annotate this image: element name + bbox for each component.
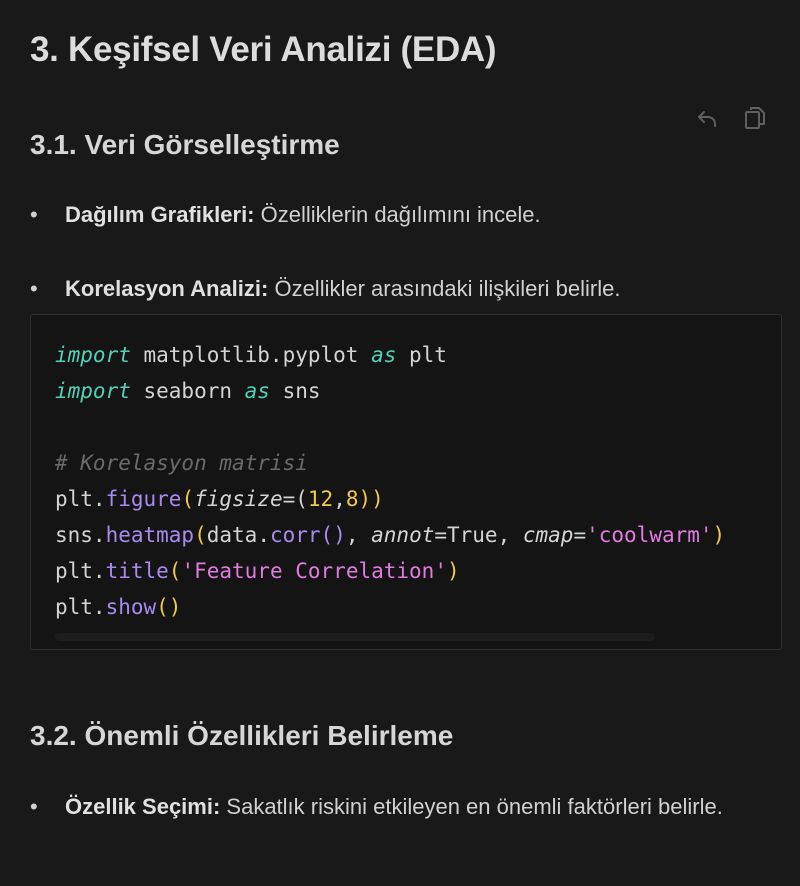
code-token: )) bbox=[358, 487, 384, 511]
code-token: title bbox=[105, 559, 169, 583]
code-token: as bbox=[371, 343, 397, 367]
code-line: plt.title('Feature Correlation') bbox=[55, 553, 757, 589]
code-line: # Korelasyon matrisi bbox=[55, 445, 757, 481]
list-item: • Özellik Seçimi: Sakatlık riskini etkile… bbox=[30, 788, 730, 826]
code-token: =( bbox=[282, 487, 308, 511]
list-item-label: Özellik Seçimi: bbox=[65, 794, 221, 819]
code-token: annot bbox=[371, 523, 435, 547]
code-token: data. bbox=[206, 523, 270, 547]
code-token: show bbox=[105, 595, 157, 619]
code-token: import bbox=[55, 343, 131, 367]
list-item-label: Dağılım Grafikleri: bbox=[65, 202, 255, 227]
code-token: as bbox=[244, 379, 270, 403]
list-item: • Dağılım Grafikleri: Özelliklerin dağılı… bbox=[30, 196, 541, 234]
code-token: cmap bbox=[522, 523, 574, 547]
code-token: seaborn bbox=[130, 379, 245, 403]
code-token: () bbox=[156, 595, 182, 619]
code-line: plt.figure(figsize=(12,8)) bbox=[55, 481, 757, 517]
code-token: plt. bbox=[55, 487, 106, 511]
copy-icon[interactable] bbox=[741, 104, 769, 132]
code-line: import matplotlib.pyplot as plt bbox=[55, 337, 757, 373]
code-token: , bbox=[345, 523, 372, 547]
code-token: matplotlib.pyplot bbox=[130, 343, 372, 367]
code-content[interactable]: import matplotlib.pyplot as plt import se… bbox=[55, 337, 757, 625]
code-token: ) bbox=[446, 559, 460, 583]
code-token: () bbox=[320, 523, 346, 547]
code-token: heatmap bbox=[105, 523, 195, 547]
section-heading-visualization: 3.1. Veri Görselleştirme bbox=[30, 129, 340, 160]
horizontal-scrollbar[interactable] bbox=[55, 633, 655, 641]
code-token: corr bbox=[269, 523, 321, 547]
list-item-text: Özellikler arasındaki ilişkileri belirle… bbox=[268, 276, 621, 301]
code-token: 8 bbox=[345, 487, 359, 511]
code-token: 'coolwarm' bbox=[586, 523, 713, 547]
code-token: = bbox=[573, 523, 587, 547]
code-token: # Korelasyon matrisi bbox=[55, 451, 308, 475]
list-item-text: Özelliklerin dağılımını incele. bbox=[254, 202, 541, 227]
code-block[interactable]: import matplotlib.pyplot as plt import se… bbox=[30, 314, 782, 650]
undo-icon[interactable] bbox=[693, 104, 721, 132]
bullet-dot: • bbox=[30, 202, 38, 227]
code-token: ( bbox=[168, 559, 182, 583]
section-heading-feature-importance: 3.2. Önemli Özellikleri Belirleme bbox=[30, 720, 454, 751]
code-token: , bbox=[333, 487, 346, 511]
code-token: ( bbox=[194, 523, 207, 547]
code-token: import bbox=[55, 379, 131, 403]
code-token: plt. bbox=[55, 595, 106, 619]
bullet-dot: • bbox=[30, 276, 38, 301]
page-title: 3. Keşifsel Veri Analizi (EDA) bbox=[30, 30, 497, 69]
code-toolbar bbox=[693, 104, 769, 132]
code-token: 'Feature Correlation' bbox=[181, 559, 447, 583]
code-token: ) bbox=[712, 523, 726, 547]
code-line: import seaborn as sns bbox=[55, 373, 757, 409]
bullet-dot: • bbox=[30, 794, 38, 819]
code-token: sns. bbox=[55, 523, 106, 547]
code-token: plt bbox=[396, 343, 447, 367]
list-item: • Korelasyon Analizi: Özellikler arasında… bbox=[30, 270, 620, 308]
code-token: ( bbox=[181, 487, 195, 511]
code-line: sns.heatmap(data.corr(), annot=True, cma… bbox=[55, 517, 757, 553]
code-line: plt.show() bbox=[55, 589, 757, 625]
code-token: figure bbox=[105, 487, 182, 511]
code-token: plt. bbox=[55, 559, 106, 583]
code-token: =True, bbox=[434, 523, 523, 547]
code-token: 12 bbox=[307, 487, 334, 511]
code-token: figsize bbox=[194, 487, 283, 511]
code-token: sns bbox=[269, 379, 321, 403]
list-item-text: Sakatlık riskini etkileyen en önemli fak… bbox=[220, 794, 723, 819]
list-item-label: Korelasyon Analizi: bbox=[65, 276, 269, 301]
